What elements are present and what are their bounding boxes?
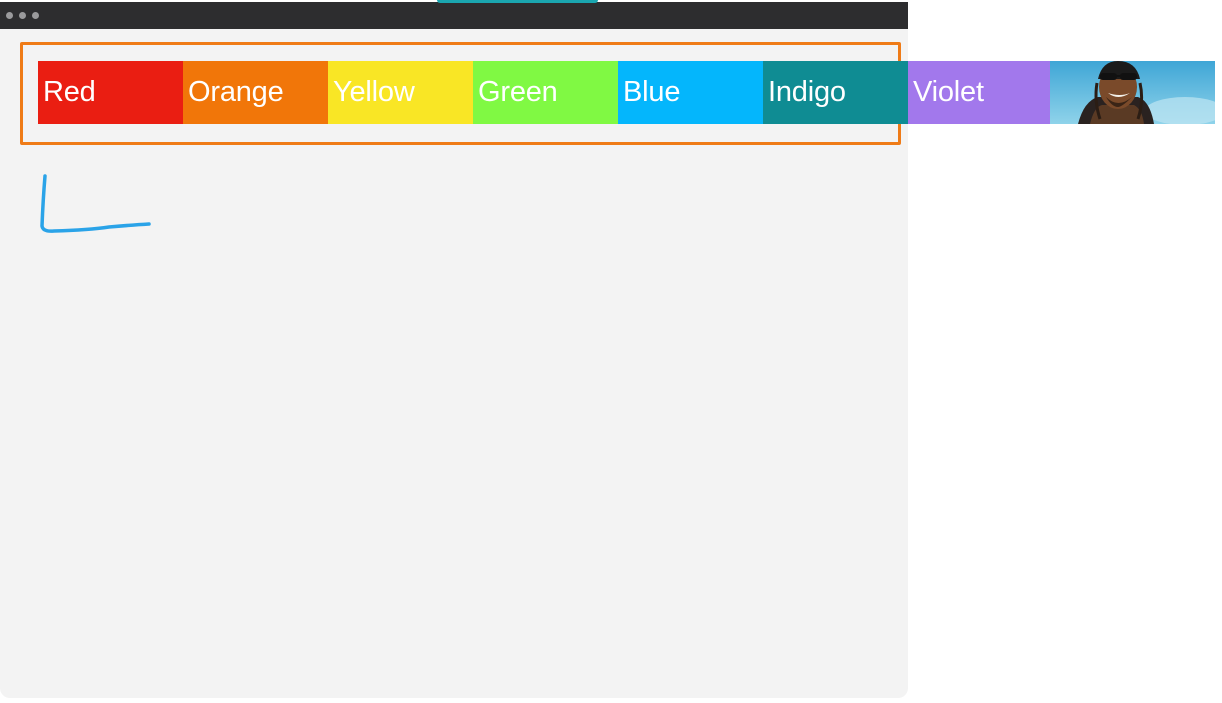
swatch-label: Indigo xyxy=(768,76,846,108)
portrait-image xyxy=(1050,61,1215,124)
swatch-label: Green xyxy=(478,76,558,108)
swatch-label: Violet xyxy=(913,76,984,108)
color-strip: Red Orange Yellow Green Blue Indigo Viol… xyxy=(38,61,1215,124)
swatch-label: Red xyxy=(43,76,96,108)
hand-drawn-annotation xyxy=(40,174,151,233)
swatch-indigo: Indigo xyxy=(763,61,908,124)
swatch-label: Yellow xyxy=(333,76,415,108)
zoom-window-icon[interactable] xyxy=(32,12,39,19)
portrait-photo xyxy=(1050,61,1215,124)
swatch-label: Orange xyxy=(188,76,284,108)
swatch-green: Green xyxy=(473,61,618,124)
minimize-window-icon[interactable] xyxy=(19,12,26,19)
swatch-violet: Violet xyxy=(908,61,1050,124)
swatch-red: Red xyxy=(38,61,183,124)
swatch-yellow: Yellow xyxy=(328,61,473,124)
close-window-icon[interactable] xyxy=(6,12,13,19)
top-accent-bar xyxy=(437,0,598,3)
swatch-blue: Blue xyxy=(618,61,763,124)
window-titlebar xyxy=(0,2,908,29)
swatch-orange: Orange xyxy=(183,61,328,124)
swatch-label: Blue xyxy=(623,76,681,108)
